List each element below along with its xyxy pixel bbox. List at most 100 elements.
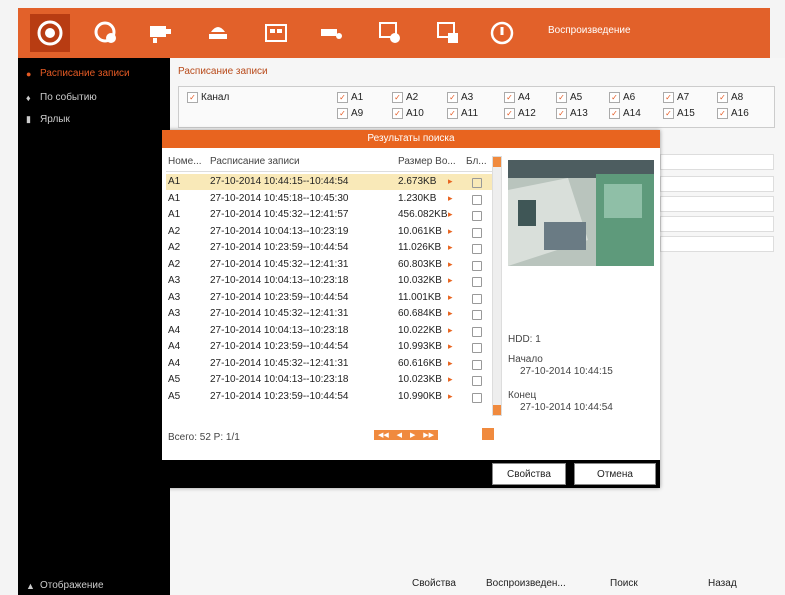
lock-icon[interactable] bbox=[472, 211, 482, 221]
lock-icon[interactable] bbox=[472, 343, 482, 353]
lock-icon[interactable] bbox=[472, 376, 482, 386]
channel-checkbox-a10[interactable]: ✓ A10 bbox=[392, 108, 424, 119]
play-icon[interactable]: ▸ bbox=[448, 275, 453, 286]
channel-checkbox-a4[interactable]: ✓ A4 bbox=[504, 92, 530, 103]
scroll-up-arrow[interactable] bbox=[493, 157, 501, 167]
row-size: 10.023KB bbox=[398, 374, 442, 385]
table-row[interactable]: A1 27-10-2014 10:44:15--10:44:54 2.673KB ▸ bbox=[166, 174, 492, 190]
total-count: Всего: 52 P: 1/1 bbox=[168, 432, 240, 443]
channel-checkbox-a2[interactable]: ✓ A2 bbox=[392, 92, 418, 103]
pagination-controls[interactable]: ◀◀ ◀ ▶ ▶▶ bbox=[374, 430, 438, 440]
play-icon[interactable]: ▸ bbox=[448, 292, 453, 303]
search-link[interactable]: Поиск bbox=[610, 578, 638, 589]
channel-checkbox-a15[interactable]: ✓ A15 bbox=[663, 108, 695, 119]
back-link[interactable]: Назад bbox=[708, 578, 737, 589]
next-page-icon[interactable]: ▶ bbox=[410, 431, 415, 439]
channel-checkbox-a1[interactable]: ✓ A1 bbox=[337, 92, 363, 103]
play-icon[interactable]: ▸ bbox=[448, 259, 453, 270]
lock-icon[interactable] bbox=[472, 310, 482, 320]
play-icon[interactable]: ▸ bbox=[448, 341, 453, 352]
alarm-icon[interactable] bbox=[198, 14, 238, 52]
table-row[interactable]: A4 27-10-2014 10:45:32--12:41:31 60.616KB ▸ bbox=[166, 356, 492, 372]
channel-checkbox-a11[interactable]: ✓ A11 bbox=[447, 108, 478, 119]
table-row[interactable]: A5 27-10-2014 10:04:13--10:23:18 10.023KB ▸ bbox=[166, 372, 492, 388]
lock-icon[interactable] bbox=[472, 326, 482, 337]
first-page-icon[interactable]: ◀◀ bbox=[378, 431, 389, 439]
channel-checkbox-a3[interactable]: ✓ A3 bbox=[447, 92, 473, 103]
channel-checkbox-a9[interactable]: ✓ A9 bbox=[337, 108, 363, 119]
play-icon[interactable]: ▸ bbox=[448, 226, 453, 237]
play-icon[interactable]: ▸ bbox=[448, 308, 453, 319]
row-size: 1.230KB bbox=[398, 192, 437, 204]
sidebar-item-display[interactable]: ▲ Отображение bbox=[26, 580, 104, 591]
column-header-size[interactable]: Размер Во... bbox=[398, 156, 456, 167]
prev-page-icon[interactable]: ◀ bbox=[397, 431, 402, 439]
channel-checkbox-a8[interactable]: ✓ A8 bbox=[717, 92, 743, 103]
playback-link[interactable]: Воспроизведен... bbox=[486, 578, 566, 589]
backup-icon[interactable] bbox=[428, 14, 468, 52]
column-header-lock[interactable]: Бл... bbox=[466, 156, 487, 167]
channel-checkbox-a13[interactable]: ✓ A13 bbox=[556, 108, 588, 119]
playback-icon[interactable] bbox=[30, 14, 70, 52]
channel-checkbox-a7[interactable]: ✓ A7 bbox=[663, 92, 689, 103]
hdd-info: HDD: 1 bbox=[508, 334, 541, 345]
play-icon[interactable]: ▸ bbox=[448, 209, 453, 220]
table-row[interactable]: A4 27-10-2014 10:23:59--10:44:54 10.993KB ▸ bbox=[166, 339, 492, 355]
channel-checkbox-a6[interactable]: ✓ A6 bbox=[609, 92, 635, 103]
lock-icon[interactable] bbox=[472, 392, 482, 403]
checkbox-icon: ✓ bbox=[447, 92, 458, 103]
properties-link[interactable]: Свойства bbox=[412, 578, 456, 589]
table-row[interactable]: A2 27-10-2014 10:23:59--10:44:54 11.026KB ▸ bbox=[166, 240, 492, 256]
checkbox-icon: ✓ bbox=[447, 108, 458, 119]
channel-all-checkbox[interactable]: ✓ Канал bbox=[187, 92, 229, 103]
lock-icon[interactable] bbox=[472, 260, 482, 271]
play-icon[interactable]: ▸ bbox=[448, 325, 453, 336]
camera-icon[interactable] bbox=[312, 14, 352, 52]
camera-settings-icon[interactable] bbox=[140, 14, 180, 52]
lock-icon[interactable] bbox=[472, 359, 482, 370]
lock-icon[interactable] bbox=[472, 293, 482, 304]
table-row[interactable]: A2 27-10-2014 10:45:32--12:41:31 60.803KB ▸ bbox=[166, 257, 492, 273]
play-icon[interactable]: ▸ bbox=[448, 176, 453, 187]
scroll-bottom-button[interactable] bbox=[482, 428, 494, 440]
column-header-number[interactable]: Номе... bbox=[168, 156, 202, 167]
lock-icon[interactable] bbox=[472, 227, 482, 238]
power-icon[interactable] bbox=[482, 14, 522, 52]
scrollbar[interactable] bbox=[492, 156, 502, 416]
lock-icon[interactable] bbox=[472, 244, 482, 254]
scroll-down-arrow[interactable] bbox=[493, 405, 501, 415]
sidebar-item-schedule[interactable]: ● Расписание записи bbox=[26, 68, 130, 79]
sidebar-item-event[interactable]: ♦ По событию bbox=[26, 92, 97, 103]
checkbox-icon: ✓ bbox=[609, 92, 620, 103]
channel-checkbox-a14[interactable]: ✓ A14 bbox=[609, 108, 641, 119]
lock-icon[interactable] bbox=[472, 178, 482, 188]
lock-icon[interactable] bbox=[472, 194, 482, 205]
video-list-icon[interactable] bbox=[256, 14, 296, 52]
search-camera-icon[interactable] bbox=[86, 14, 126, 52]
play-icon[interactable]: ▸ bbox=[448, 374, 453, 385]
channel-checkbox-a16[interactable]: ✓ A16 bbox=[717, 108, 749, 119]
play-icon[interactable]: ▸ bbox=[448, 391, 453, 402]
last-page-icon[interactable]: ▶▶ bbox=[423, 431, 434, 439]
table-row[interactable]: A3 27-10-2014 10:23:59--10:44:54 11.001KB ▸ bbox=[166, 290, 492, 306]
table-row[interactable]: A5 27-10-2014 10:23:59--10:44:54 10.990KB ▸ bbox=[166, 389, 492, 405]
table-row[interactable]: A1 27-10-2014 10:45:32--12:41:57 456.082KB… bbox=[166, 207, 492, 223]
cancel-button[interactable]: Отмена bbox=[574, 463, 656, 485]
table-row[interactable]: A4 27-10-2014 10:04:13--10:23:18 10.022KB ▸ bbox=[166, 323, 492, 339]
table-row[interactable]: A1 27-10-2014 10:45:18--10:45:30 1.230KB ▸ bbox=[166, 191, 492, 207]
play-icon[interactable]: ▸ bbox=[448, 193, 453, 204]
column-header-schedule[interactable]: Расписание записи bbox=[210, 156, 300, 167]
properties-button[interactable]: Свойства bbox=[492, 463, 566, 485]
table-row[interactable]: A3 27-10-2014 10:45:32--12:41:31 60.684KB ▸ bbox=[166, 306, 492, 322]
table-row[interactable]: A3 27-10-2014 10:04:13--10:23:18 10.032KB ▸ bbox=[166, 273, 492, 289]
play-icon[interactable]: ▸ bbox=[448, 242, 453, 253]
row-schedule: 27-10-2014 10:23:59--10:44:54 bbox=[210, 390, 349, 402]
play-icon[interactable]: ▸ bbox=[448, 358, 453, 369]
hdd-settings-icon[interactable] bbox=[370, 14, 410, 52]
sidebar-item-tag[interactable]: ▮ Ярлык bbox=[26, 114, 70, 125]
channel-label: A13 bbox=[570, 108, 588, 120]
channel-checkbox-a5[interactable]: ✓ A5 bbox=[556, 92, 582, 103]
channel-checkbox-a12[interactable]: ✓ A12 bbox=[504, 108, 536, 119]
table-row[interactable]: A2 27-10-2014 10:04:13--10:23:19 10.061KB ▸ bbox=[166, 224, 492, 240]
lock-icon[interactable] bbox=[472, 277, 482, 287]
